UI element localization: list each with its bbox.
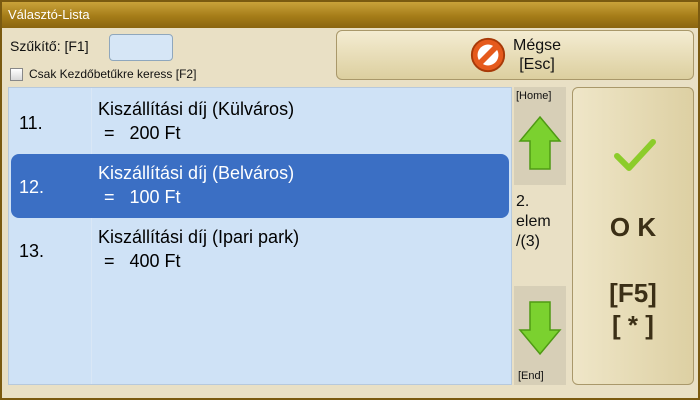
filter-input[interactable] bbox=[109, 34, 173, 61]
ok-shortcut-f5: [F5] bbox=[609, 278, 657, 308]
prefix-search-label: Csak Kezdőbetűkre keress [F2] bbox=[29, 67, 197, 81]
cancel-button[interactable]: Mégse [Esc] bbox=[336, 30, 694, 80]
position-indicator: 2. elem /(3) bbox=[516, 192, 551, 252]
scroll-up-button[interactable]: [Home] bbox=[514, 87, 566, 185]
prefix-search-option[interactable]: Csak Kezdőbetűkre keress [F2] bbox=[10, 67, 196, 81]
item-number: 11. bbox=[19, 113, 43, 133]
item-price: = 100 Ft bbox=[104, 187, 181, 207]
checkmark-icon bbox=[614, 139, 656, 171]
item-list[interactable]: 11. Kiszállítási díj (Külváros) = 200 Ft… bbox=[8, 87, 512, 385]
cancel-label: Mégse bbox=[512, 37, 562, 54]
cancel-shortcut: [Esc] bbox=[519, 56, 555, 73]
list-item-selected[interactable]: 12. Kiszállítási díj (Belváros) = 100 Ft bbox=[11, 154, 509, 218]
position-word: elem bbox=[516, 213, 551, 230]
scroll-down-button[interactable]: [End] bbox=[514, 286, 566, 385]
end-key-label: [End] bbox=[518, 370, 544, 382]
ok-shortcut-star: [ * ] bbox=[612, 310, 654, 340]
window-title: Választó-Lista bbox=[2, 2, 698, 28]
item-price: = 200 Ft bbox=[104, 123, 181, 143]
ok-button[interactable]: O K [F5] [ * ] bbox=[572, 87, 694, 385]
home-key-label: [Home] bbox=[516, 90, 552, 102]
position-total: /(3) bbox=[516, 233, 540, 250]
item-price: = 400 Ft bbox=[104, 251, 181, 271]
item-number: 12. bbox=[19, 177, 45, 197]
prefix-search-checkbox[interactable] bbox=[10, 67, 23, 81]
item-number: 13. bbox=[19, 241, 45, 261]
no-entry-icon bbox=[470, 37, 506, 73]
arrow-down-icon bbox=[518, 301, 562, 356]
list-item[interactable]: 11. Kiszállítási díj (Külváros) = 200 Ft bbox=[11, 90, 509, 154]
item-name: Kiszállítási díj (Belváros) bbox=[98, 163, 295, 183]
ok-label: O K bbox=[609, 212, 657, 242]
position-index: 2. bbox=[516, 193, 530, 210]
list-item[interactable]: 13. Kiszállítási díj (Ipari park) = 400 … bbox=[11, 218, 509, 282]
chooser-window: Választó-Lista Szűkítő: [F1] Csak Kezdőb… bbox=[0, 0, 700, 400]
arrow-up-icon bbox=[518, 115, 562, 170]
item-name: Kiszállítási díj (Ipari park) bbox=[98, 227, 300, 247]
item-name: Kiszállítási díj (Külváros) bbox=[98, 99, 295, 119]
filter-label: Szűkítő: [F1] bbox=[10, 38, 89, 54]
